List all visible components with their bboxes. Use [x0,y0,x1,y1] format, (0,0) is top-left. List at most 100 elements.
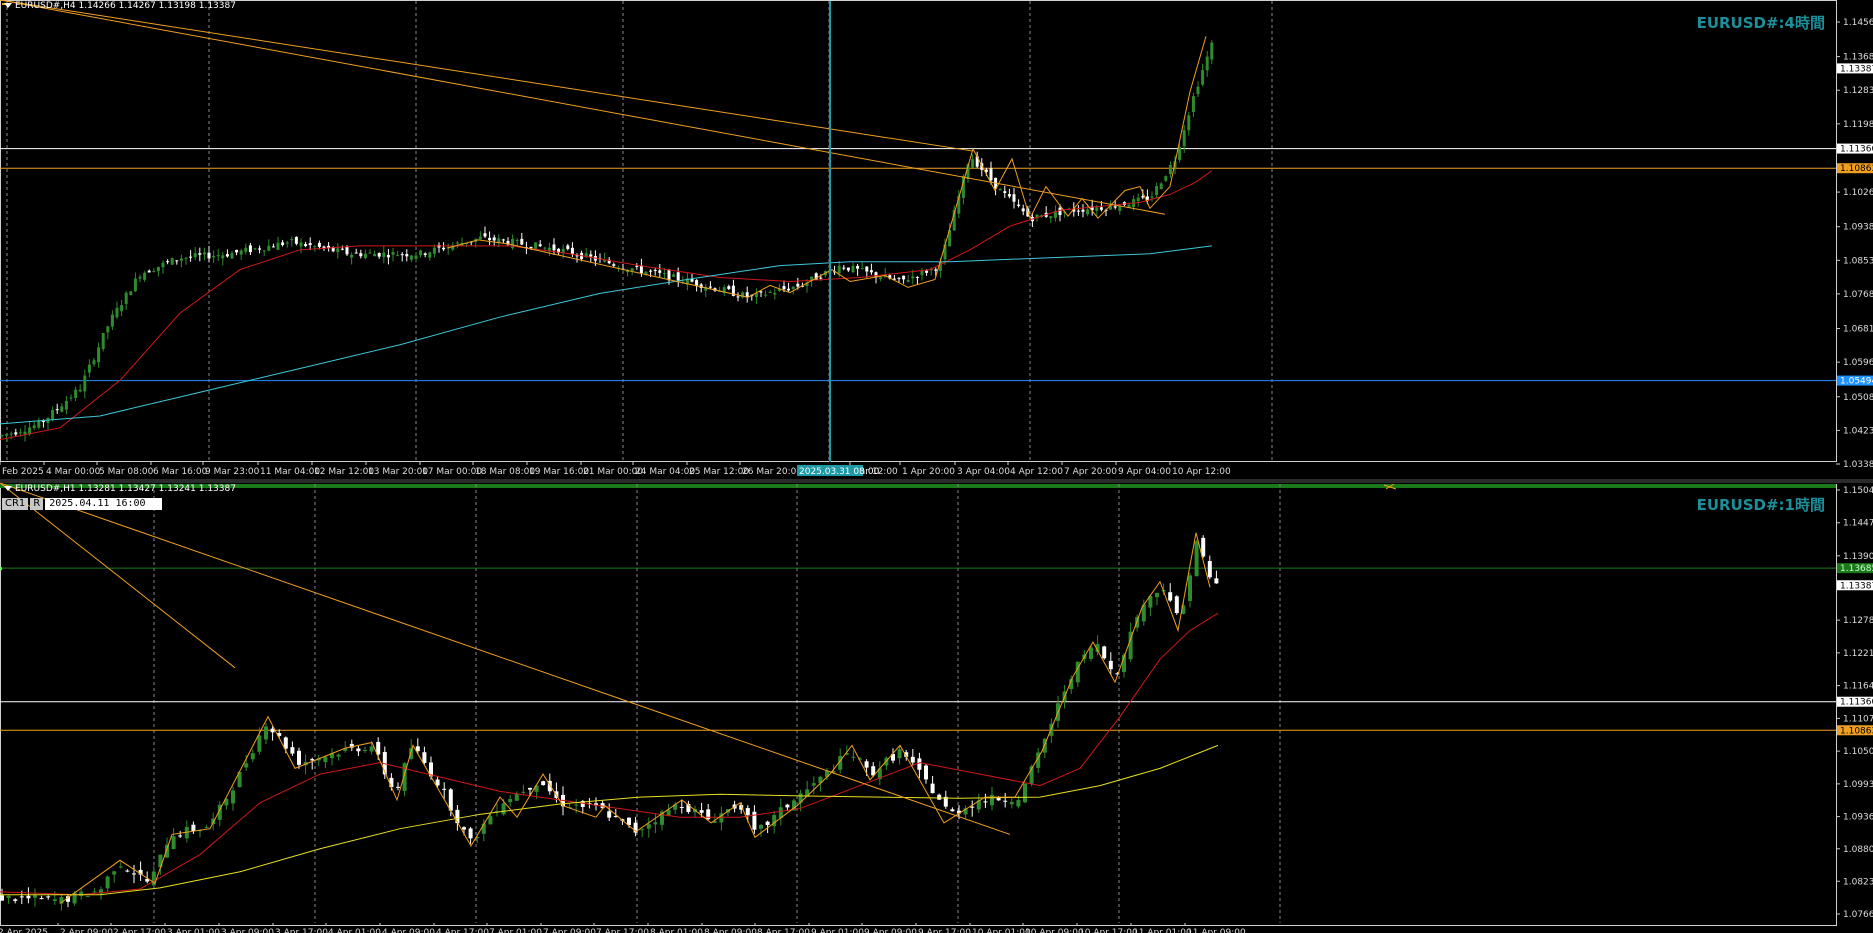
price-label: 1.09385 [1843,223,1873,233]
candle-body [26,895,31,899]
current-price-box-text: 1.13387 [1840,64,1873,74]
candle-body [990,794,994,806]
collapse-triangle-icon[interactable] [4,486,12,491]
candle-body [189,256,193,258]
candle-body [1205,56,1209,71]
candle-body [340,248,344,250]
candle-body [910,756,915,763]
candle-body [787,288,791,291]
time-label: 26 Mar 20:00 [742,467,802,477]
candle-body [468,828,473,839]
candle-body [837,265,841,274]
time-label: 11 Apr 01:00 [1133,928,1192,933]
h4-watermark: EURUSD#:4時間 [1696,14,1825,32]
time-label: 3 Apr 09:00 [221,928,274,933]
candle-body [359,253,363,257]
time-label: 19 Mar 16:00 [529,467,589,477]
candle-body [538,244,542,247]
h1-chart-svg[interactable]: 1.15045 1.14475 1.13900 1.12780 1.12210 1.116… [0,483,1873,933]
candle-body [191,824,196,832]
candle-body [520,238,524,245]
price-label: 1.13685 [1843,53,1873,63]
candle-body [345,246,349,255]
orange-line-price-box-text: 1.10863 [1840,726,1873,736]
time-label: 4 Mar 00:00 [46,467,101,477]
candle-body [369,746,374,752]
candle-body [118,866,123,868]
candle-body [1194,541,1199,577]
time-label: 3 Apr 17:00 [275,928,328,933]
candle-body [363,750,367,752]
candle-body [501,239,505,241]
candle-body [515,239,519,241]
candle-body [906,279,910,282]
candle-body [528,787,532,790]
candle-body [5,434,9,436]
zigzag-line [59,532,1211,904]
candle-body [1102,646,1107,659]
candle-body [354,252,358,254]
time-label: 9 Apr 17:00 [918,928,971,933]
candle-body [851,756,856,758]
price-label: 1.09360 [1843,813,1873,823]
candle-body [672,274,676,277]
r-button[interactable]: R [30,498,44,510]
candle-body [1003,191,1007,194]
candle-body [435,779,440,786]
h4-chart-svg[interactable]: 1.14560 1.13685 1.12835 1.11985 1.10260 1.093… [0,0,1873,479]
candle-body [1196,86,1200,95]
candle-body [105,876,110,889]
cr1-button[interactable]: CR1 [2,498,29,510]
h1-chart-pane[interactable]: 1.15045 1.14475 1.13900 1.12780 1.12210 1.116… [0,483,1873,933]
time-label: 6 Mar 16:00 [153,467,208,477]
price-label: 1.12835 [1843,86,1873,96]
candle-body [147,270,151,273]
candle-body [175,260,179,262]
candle-body [79,891,84,897]
candle-body [115,307,119,318]
collapse-triangle-icon[interactable] [4,3,12,8]
candle-body [1191,96,1195,112]
left-edge-dot [0,567,2,571]
price-label: 1.08235 [1843,877,1873,887]
candle-body [727,286,731,290]
candle-body [785,804,790,808]
candle-body [179,258,183,261]
price-label: 1.13900 [1843,552,1873,562]
time-label: 2 Apr 2025 [0,928,48,933]
candle-body [432,247,436,254]
time-label: 3 Apr 04:00 [957,467,1010,477]
candle-body [920,270,924,276]
time-label: 11 Apr 09:00 [1187,928,1246,933]
candle-body [32,425,36,429]
candle-body [791,286,795,289]
candle-body [285,242,289,244]
candle-body [1058,207,1062,216]
candle-body [221,255,225,259]
candle-body [120,305,124,312]
h4-chart-pane[interactable]: 1.14560 1.13685 1.12835 1.11985 1.10260 1.093… [0,0,1873,479]
candle-body [231,790,235,804]
candle-body [607,811,612,818]
candle-body [106,326,110,333]
candle-body [649,270,653,272]
datetime-field[interactable]: 2025.04.11 16:00 [45,498,162,510]
time-label: 9 Apr 09:00 [864,928,917,933]
candle-body [1017,204,1021,206]
candle-body [1076,210,1080,212]
candle-body [462,827,466,830]
price-label: 1.05960 [1843,358,1873,368]
candle-body [386,254,390,258]
candle-body [396,255,400,257]
time-label: 13 Mar 20:00 [368,467,428,477]
h4-ohlc-text: EURUSD#,H4 1.14266 1.14267 1.13198 1.133… [15,1,236,11]
candle-body [455,809,460,824]
candle-body [0,435,4,437]
candle-body [448,789,453,811]
candle-body [110,314,114,327]
candle-body [1049,216,1053,219]
candle-body [156,266,160,272]
candle-body [400,254,404,256]
candle-body [396,786,400,788]
trendline [0,0,973,152]
